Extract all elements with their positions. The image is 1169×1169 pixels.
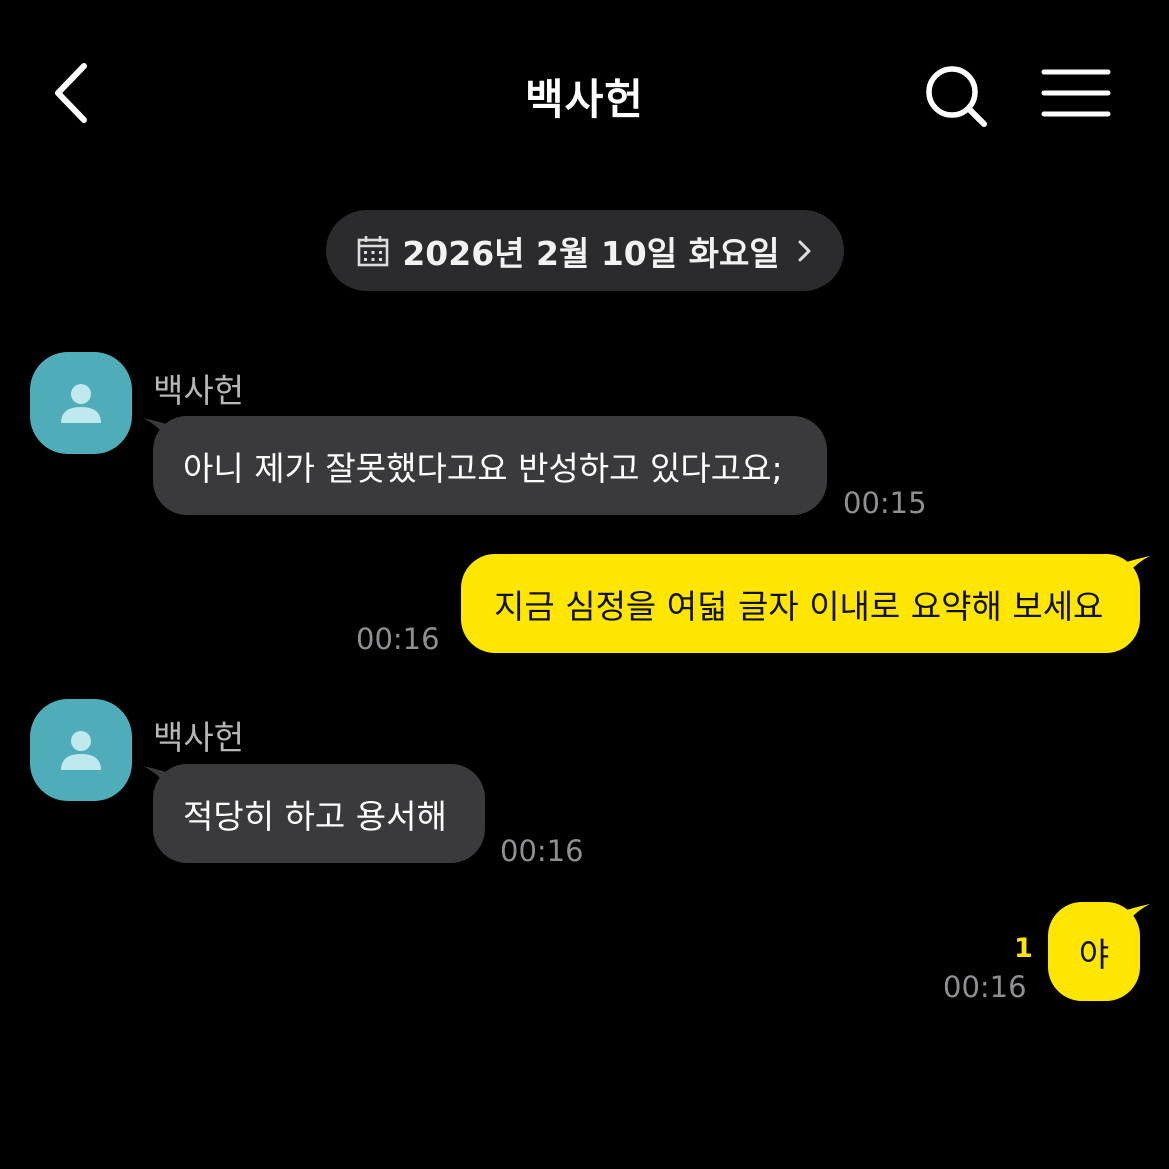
person-icon — [61, 384, 101, 423]
search-button[interactable] — [920, 60, 992, 132]
message-bubble[interactable]: 아니 제가 잘못했다고요 반성하고 있다고요; — [153, 416, 827, 515]
menu-icon — [1041, 69, 1111, 117]
message-text: 적당히 하고 용서해 — [183, 796, 447, 836]
unread-count: 1 — [1014, 933, 1033, 964]
avatar[interactable] — [30, 699, 132, 801]
date-label: 2026년 2월 10일 화요일 — [402, 233, 780, 273]
message-time: 00:16 — [356, 622, 440, 656]
message-text: 지금 심정을 여덟 글자 이내로 요약해 보세요 — [494, 586, 1104, 626]
search-icon — [926, 66, 987, 127]
sender-name: 백사헌 — [153, 371, 245, 410]
message-bubble[interactable]: 적당히 하고 용서해 — [153, 764, 485, 863]
bubble-tail — [1120, 904, 1150, 934]
chevron-right-icon — [798, 240, 811, 261]
message-time: 00:16 — [500, 834, 584, 868]
avatar[interactable] — [30, 352, 132, 454]
calendar-icon — [358, 235, 389, 266]
chat-title: 백사헌 — [525, 75, 644, 124]
sender-name: 백사헌 — [153, 718, 245, 757]
message-text: 아니 제가 잘못했다고요 반성하고 있다고요; — [183, 448, 783, 488]
bubble-tail — [1120, 556, 1150, 586]
person-icon — [61, 731, 101, 770]
message-text: 야 — [1078, 934, 1110, 974]
menu-button[interactable] — [1038, 62, 1114, 124]
message-time: 00:16 — [943, 970, 1027, 1004]
message-time: 00:15 — [843, 486, 927, 520]
message-bubble[interactable]: 지금 심정을 여덟 글자 이내로 요약해 보세요 — [461, 554, 1140, 653]
date-divider[interactable]: 2026년 2월 10일 화요일 — [326, 210, 844, 291]
